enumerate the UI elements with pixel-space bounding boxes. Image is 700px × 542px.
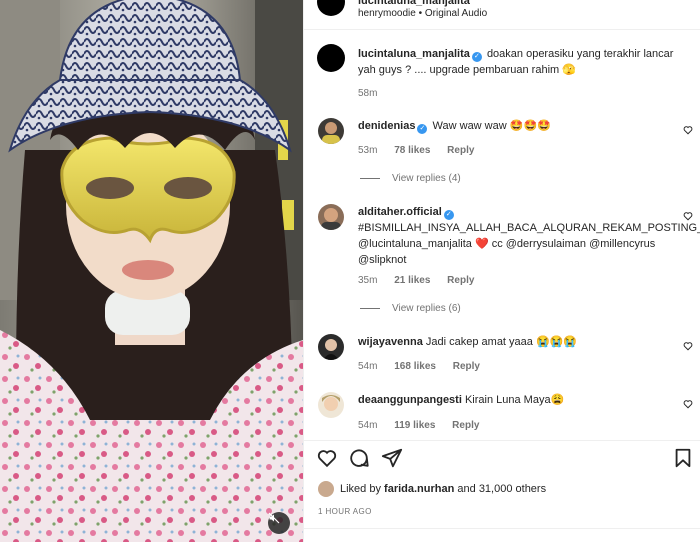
bookmark-icon[interactable] bbox=[672, 447, 694, 469]
comment-username[interactable]: denidenias bbox=[358, 120, 415, 132]
add-comment-bar[interactable] bbox=[304, 528, 700, 542]
replies-divider bbox=[360, 178, 380, 179]
speaker-muted-icon bbox=[268, 512, 280, 524]
mute-button[interactable] bbox=[268, 512, 290, 534]
comment-like-heart-icon[interactable] bbox=[683, 341, 693, 351]
comment-text: Waw waw waw 🤩🤩🤩 bbox=[432, 120, 551, 132]
likes-summary[interactable]: Liked by farida.nurhan and 31,000 others bbox=[318, 481, 546, 497]
commenter-avatar[interactable] bbox=[318, 392, 344, 418]
view-replies-button[interactable]: View replies (6) bbox=[360, 303, 461, 314]
comment-time: 54m bbox=[358, 420, 378, 431]
post-media[interactable] bbox=[0, 0, 303, 542]
comment-time: 35m bbox=[358, 275, 378, 286]
comment-body: wijayavenna Jadi cakep amat yaaa 😭😭😭 bbox=[358, 334, 678, 350]
comment-like-heart-icon[interactable] bbox=[683, 211, 693, 221]
liker-username[interactable]: farida.nurhan bbox=[384, 483, 454, 495]
audio-label[interactable]: henrymoodie • Original Audio bbox=[358, 8, 487, 19]
comment-meta: 53m 78 likes Reply bbox=[358, 145, 488, 156]
caption-username[interactable]: lucintaluna_manjalita bbox=[358, 48, 470, 60]
share-icon[interactable] bbox=[381, 447, 403, 469]
comment-icon[interactable] bbox=[348, 447, 370, 469]
comment-time: 53m bbox=[358, 145, 378, 156]
comment-time: 54m bbox=[358, 361, 378, 372]
comment-body: deaanggunpangesti Kirain Luna Maya😩 bbox=[358, 392, 678, 408]
comment-reply-button[interactable]: Reply bbox=[452, 420, 479, 431]
post-photo bbox=[0, 0, 303, 542]
post-detail-panel: lucintaluna_manjalita henrymoodie • Orig… bbox=[303, 0, 700, 542]
author-username[interactable]: lucintaluna_manjalita bbox=[358, 0, 470, 7]
liker-avatar bbox=[318, 481, 334, 497]
heart-icon[interactable] bbox=[316, 447, 338, 469]
comment-reply-button[interactable]: Reply bbox=[447, 145, 474, 156]
comment-username[interactable]: wijayavenna bbox=[358, 336, 423, 348]
post-time-ago: 1 HOUR AGO bbox=[318, 507, 372, 516]
comment-username[interactable]: alditaher.official bbox=[358, 206, 442, 218]
comment-like-heart-icon[interactable] bbox=[683, 399, 693, 409]
view-replies-button[interactable]: View replies (4) bbox=[360, 173, 461, 184]
comment-reply-button[interactable]: Reply bbox=[447, 275, 474, 286]
comment-like-heart-icon[interactable] bbox=[683, 125, 693, 135]
likes-prefix: Liked by bbox=[340, 483, 381, 495]
caption-author-avatar[interactable] bbox=[317, 44, 345, 72]
comment-body: denidenias ✓ Waw waw waw 🤩🤩🤩 bbox=[358, 118, 678, 134]
comment-likes[interactable]: 78 likes bbox=[394, 145, 430, 156]
comment-likes[interactable]: 21 likes bbox=[394, 275, 430, 286]
verified-badge-icon: ✓ bbox=[417, 124, 428, 134]
comment-meta: 54m 119 likes Reply bbox=[358, 420, 493, 431]
comment-body: alditaher.official ✓ #BISMILLAH_INSYA_ALL… bbox=[358, 204, 700, 268]
post-actions: Liked by farida.nurhan and 31,000 others… bbox=[304, 440, 700, 542]
comment-text: #BISMILLAH_INSYA_ALLAH_BACA_ALQURAN_REKA… bbox=[358, 222, 700, 266]
comment-text: Jadi cakep amat yaaa 😭😭😭 bbox=[425, 336, 578, 348]
comment-meta: 35m 21 likes Reply bbox=[358, 275, 488, 286]
comment-likes[interactable]: 119 likes bbox=[394, 420, 435, 431]
comment-username[interactable]: deaanggunpangesti bbox=[358, 394, 462, 406]
view-replies-label: View replies (4) bbox=[392, 173, 461, 184]
comment-meta: 54m 168 likes Reply bbox=[358, 361, 494, 372]
commenter-avatar[interactable] bbox=[318, 204, 344, 230]
comment-likes[interactable]: 168 likes bbox=[394, 361, 436, 372]
post-header: lucintaluna_manjalita henrymoodie • Orig… bbox=[304, 0, 700, 30]
replies-divider bbox=[360, 308, 380, 309]
comment-reply-button[interactable]: Reply bbox=[453, 361, 480, 372]
likes-others[interactable]: and 31,000 others bbox=[457, 483, 546, 495]
verified-badge-icon: ✓ bbox=[471, 52, 482, 62]
view-replies-label: View replies (6) bbox=[392, 303, 461, 314]
verified-badge-icon: ✓ bbox=[443, 210, 454, 220]
caption-timestamp: 58m bbox=[358, 88, 378, 99]
commenter-avatar[interactable] bbox=[318, 334, 344, 360]
author-avatar[interactable] bbox=[317, 0, 345, 16]
post-caption: lucintaluna_manjalita ✓ doakan operasiku … bbox=[358, 46, 683, 78]
commenter-avatar[interactable] bbox=[318, 118, 344, 144]
comment-text: Kirain Luna Maya😩 bbox=[464, 394, 565, 406]
